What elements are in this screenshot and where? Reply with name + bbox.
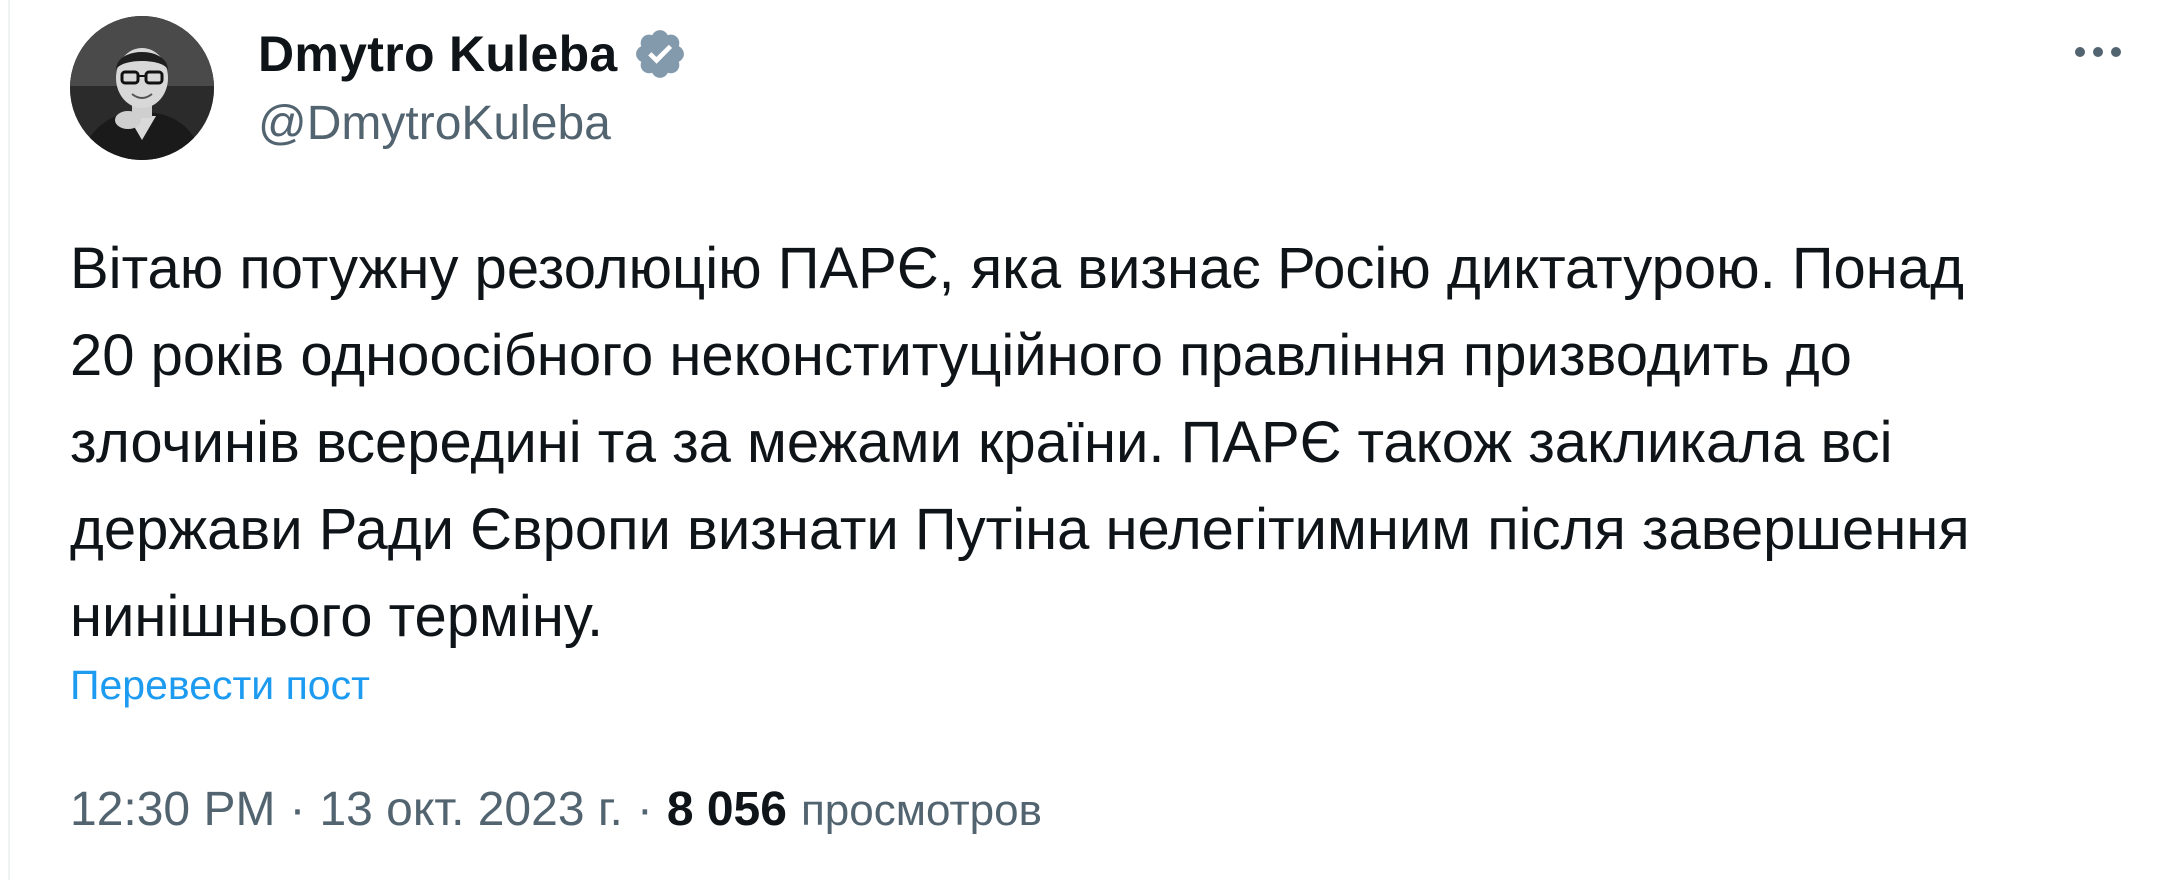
profile-photo bbox=[70, 16, 214, 160]
author-display-name[interactable]: Dmytro Kuleba bbox=[258, 25, 618, 83]
avatar[interactable] bbox=[70, 16, 214, 160]
post-date[interactable]: 13 окт. 2023 г. bbox=[319, 782, 622, 837]
tweet-left-border bbox=[8, 0, 10, 880]
more-options-button[interactable] bbox=[2062, 22, 2134, 82]
author-name-row: Dmytro Kuleba bbox=[258, 18, 688, 90]
post-text: Вітаю потужну резолюцію ПАРЄ, яка визнає… bbox=[70, 236, 1970, 649]
tweet: Dmytro Kuleba @DmytroKuleba Вітаю потужн… bbox=[0, 0, 2176, 880]
views-count: 8 056 bbox=[666, 783, 787, 836]
meta-separator: · bbox=[289, 783, 306, 836]
translate-post-link[interactable]: Перевести пост bbox=[70, 662, 370, 709]
meta-separator: · bbox=[636, 783, 653, 836]
post-meta: 12:30 PM · 13 окт. 2023 г. · 8 056 просм… bbox=[70, 782, 1042, 837]
post-time[interactable]: 12:30 PM bbox=[70, 782, 275, 837]
author-handle[interactable]: @DmytroKuleba bbox=[258, 96, 611, 151]
more-horizontal-icon bbox=[2075, 47, 2121, 57]
verified-badge-icon[interactable] bbox=[632, 26, 688, 82]
views-label: просмотров bbox=[800, 786, 1042, 835]
